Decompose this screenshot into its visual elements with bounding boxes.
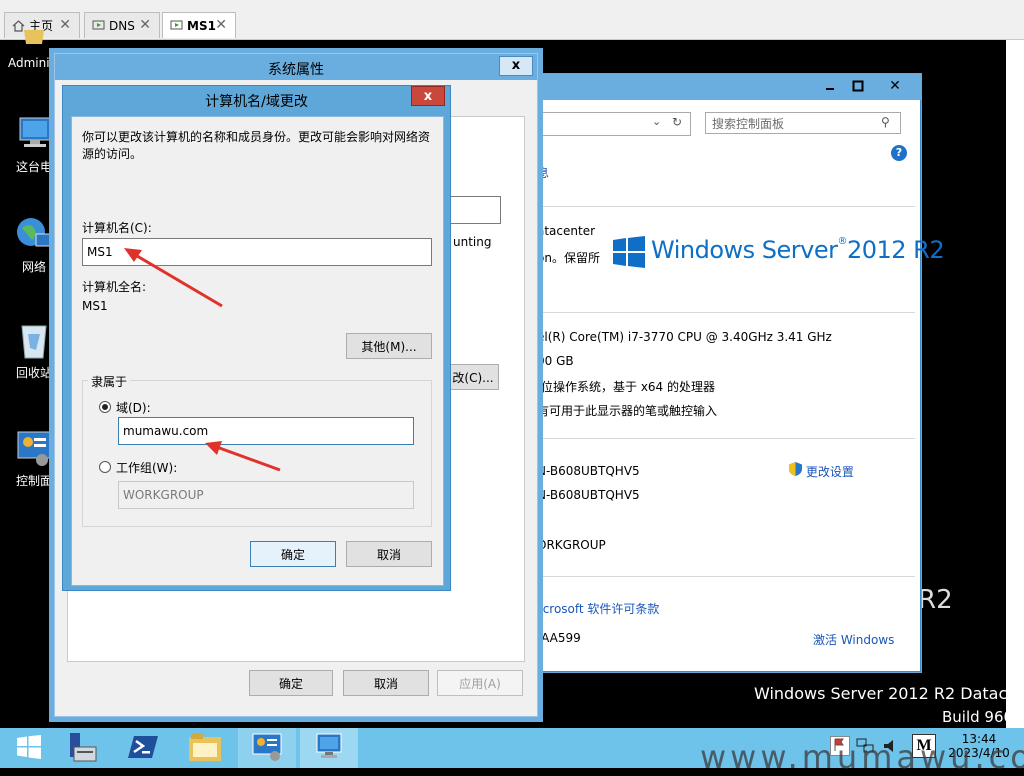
file-explorer-icon [189,732,221,764]
file-explorer-button[interactable] [176,728,234,768]
watermark: www.mumawu.com [700,738,1024,776]
arrow-to-computer-name [124,248,223,308]
control-panel-icon [251,732,283,765]
server-manager-icon [64,731,98,766]
system-icon [313,732,345,765]
start-button[interactable] [0,728,58,768]
control-panel-button[interactable] [238,728,296,768]
powershell-icon [128,734,158,763]
system-window-button[interactable] [300,728,358,768]
annotation-arrows [124,248,281,472]
arrow-to-domain [205,441,281,472]
powershell-button[interactable] [114,728,172,768]
start-icon [17,734,41,762]
server-manager-button[interactable] [52,728,110,768]
